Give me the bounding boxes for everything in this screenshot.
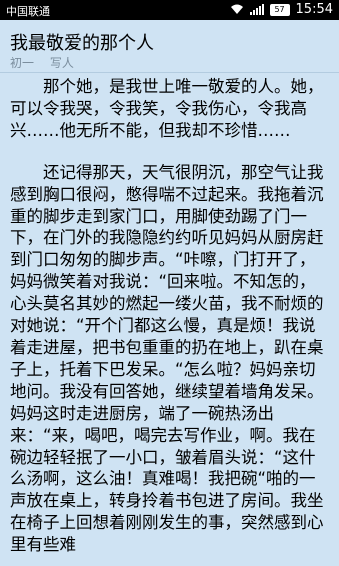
article-header: 我最敬爱的那个人 初一 写人 [0, 20, 339, 72]
wifi-icon [230, 4, 243, 14]
signal-icon [249, 4, 264, 15]
carrier-name: 中国联通 [6, 5, 50, 18]
status-bar: 中国联通 57 15:54 [0, 0, 339, 20]
status-icons: 57 15:54 [230, 2, 333, 17]
category-label: 写人 [49, 56, 74, 70]
article-meta: 初一 写人 [10, 54, 86, 71]
header-divider [0, 72, 339, 73]
grade-label: 初一 [10, 56, 35, 70]
article-body[interactable]: 那个她，是我世上唯一敬爱的人。她，可以令我哭，令我笑，令我伤心，令我高兴……他无… [10, 76, 331, 566]
battery-icon: 57 [269, 3, 290, 16]
clock: 15:54 [295, 2, 333, 17]
paragraph-1: 那个她，是我世上唯一敬爱的人。她，可以令我哭，令我笑，令我伤心，令我高兴……他无… [10, 77, 324, 140]
paragraph-2: 还记得那天，天气很阴沉，那空气让我感到胸口很闷，憋得喘不过起来。我拖着沉重的脚步… [10, 162, 324, 555]
article-title: 我最敬爱的那个人 [10, 33, 154, 54]
